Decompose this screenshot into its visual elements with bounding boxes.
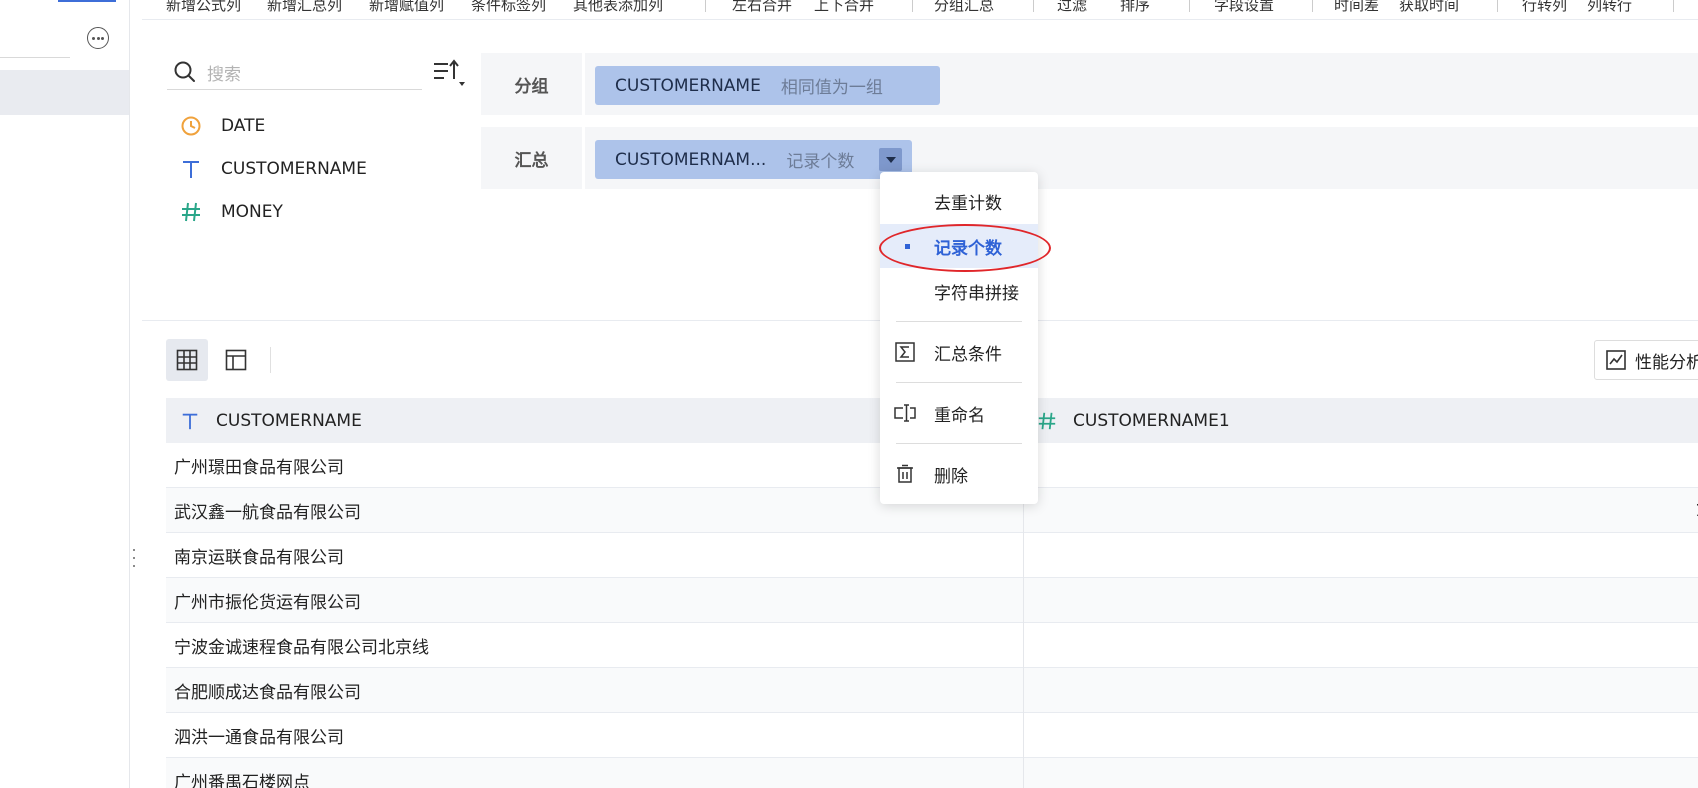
performance-analysis-label: 性能分析	[1635, 352, 1698, 373]
menu-item-label: 字符串拼接	[934, 283, 1019, 304]
field-item-date[interactable]: DATE	[180, 111, 265, 141]
menu-item-rename[interactable]: 重命名	[880, 391, 1038, 435]
hash-icon	[1035, 411, 1059, 431]
menu-item-label: 重命名	[934, 405, 985, 426]
toolbar-row-to-column[interactable]: 行转列	[1522, 0, 1567, 15]
toolbar-group-summary[interactable]: 分组汇总	[934, 0, 994, 15]
cell-customername: 合肥顺成达食品有限公司	[174, 683, 361, 703]
sidebar-active-tab-indicator	[58, 0, 116, 2]
column-name: CUSTOMERNAME1	[1073, 410, 1230, 431]
chip-description: 相同值为一组	[780, 78, 883, 98]
search-icon	[174, 61, 195, 82]
cell-customername: 南京运联食品有限公司	[174, 548, 344, 568]
toolbar-time-diff[interactable]: 时间差	[1334, 0, 1379, 15]
summary-config-row: 汇总 CUSTOMERNAM... 记录个数	[481, 127, 1698, 189]
column-header-customername1[interactable]: CUSTOMERNAME1	[1035, 398, 1230, 443]
table-row[interactable]: 南京运联食品有限公司	[166, 533, 1698, 578]
toolbar-get-time[interactable]: 获取时间	[1399, 0, 1459, 15]
group-label: 分组	[481, 53, 585, 115]
table-row[interactable]: 广州市振伦货运有限公司	[166, 578, 1698, 623]
table-row[interactable]: 广州番禺石楼网点	[166, 758, 1698, 788]
cell-customername: 宁波金诚速程食品有限公司北京线	[174, 638, 429, 658]
summary-type-dropdown-menu: 去重计数 记录个数 字符串拼接 汇总条件 重命名 删除	[880, 172, 1038, 504]
selected-indicator-icon	[905, 244, 910, 249]
menu-item-label: 汇总条件	[934, 344, 1002, 365]
sidebar-selected-item[interactable]	[0, 70, 129, 115]
top-toolbar: 新增公式列 新增汇总列 新增赋值列 条件标签列 其他表添加列 左右合并 上下合并…	[142, 0, 1698, 20]
text-t-icon	[180, 158, 202, 180]
sort-fields-icon[interactable]	[432, 58, 468, 88]
analysis-chart-icon	[1606, 350, 1626, 370]
toolbar-add-condition-label-column[interactable]: 条件标签列	[471, 0, 546, 15]
cell-customername: 武汉鑫一航食品有限公司	[174, 503, 361, 523]
grid-icon	[176, 349, 198, 371]
grid-view-toggle[interactable]	[166, 339, 208, 381]
column-name: CUSTOMERNAME	[216, 410, 362, 431]
field-name: MONEY	[221, 202, 283, 222]
menu-separator	[896, 443, 1022, 444]
menu-item-record-count[interactable]: 记录个数	[880, 224, 1038, 268]
field-search[interactable]: 搜索	[167, 56, 422, 90]
menu-item-label: 去重计数	[934, 193, 1002, 214]
toolbar-merge-left-right[interactable]: 左右合并	[732, 0, 792, 15]
toolbar-add-assign-column[interactable]: 新增赋值列	[369, 0, 444, 15]
chip-description: 记录个数	[786, 152, 855, 172]
panel-resize-handle[interactable]	[132, 547, 136, 571]
left-sidebar	[0, 0, 130, 788]
toolbar-filter[interactable]: 过滤	[1057, 0, 1087, 15]
table-row[interactable]: 宁波金诚速程食品有限公司北京线	[166, 623, 1698, 668]
toolbar-column-to-row[interactable]: 列转行	[1587, 0, 1632, 15]
performance-analysis-button[interactable]: 性能分析	[1594, 340, 1698, 380]
chip-field-name: CUSTOMERNAM...	[615, 149, 767, 170]
cell-customername: 广州璟田食品有限公司	[174, 458, 344, 478]
sidebar-search-underline	[0, 57, 70, 58]
more-options-icon[interactable]	[87, 27, 109, 49]
hash-icon	[180, 201, 202, 223]
chevron-down-icon[interactable]	[879, 148, 902, 171]
rename-icon	[894, 402, 916, 424]
field-name: CUSTOMERNAME	[221, 159, 367, 179]
menu-item-string-concat[interactable]: 字符串拼接	[880, 269, 1038, 313]
menu-item-label: 记录个数	[934, 238, 1002, 259]
toolbar-add-formula-column[interactable]: 新增公式列	[166, 0, 241, 15]
toggle-separator	[270, 347, 271, 373]
layout-view-toggle[interactable]	[215, 339, 257, 381]
text-t-icon	[178, 411, 202, 431]
toolbar-merge-top-bottom[interactable]: 上下合并	[814, 0, 874, 15]
cell-customername: 广州市振伦货运有限公司	[174, 593, 361, 613]
sigma-icon	[894, 341, 916, 363]
field-item-customername[interactable]: CUSTOMERNAME	[180, 154, 367, 184]
toolbar-field-settings[interactable]: 字段设置	[1214, 0, 1274, 15]
field-item-money[interactable]: MONEY	[180, 197, 283, 227]
search-input[interactable]: 搜索	[207, 60, 241, 85]
cell-customername: 广州番禺石楼网点	[174, 773, 310, 788]
menu-item-summary-condition[interactable]: 汇总条件	[880, 330, 1038, 374]
group-config-row: 分组 CUSTOMERNAME 相同值为一组	[481, 53, 1698, 115]
summary-field-chip[interactable]: CUSTOMERNAM... 记录个数	[595, 140, 912, 179]
menu-item-distinct-count[interactable]: 去重计数	[880, 179, 1038, 223]
group-field-chip[interactable]: CUSTOMERNAME 相同值为一组	[595, 66, 940, 105]
toolbar-add-other-table-column[interactable]: 其他表添加列	[573, 0, 663, 15]
table-row[interactable]: 泗洪一通食品有限公司	[166, 713, 1698, 758]
menu-item-delete[interactable]: 删除	[880, 452, 1038, 496]
table-row[interactable]: 合肥顺成达食品有限公司	[166, 668, 1698, 713]
column-header-customername[interactable]: CUSTOMERNAME	[178, 398, 362, 443]
chip-field-name: CUSTOMERNAME	[615, 75, 761, 96]
cell-customername: 泗洪一通食品有限公司	[174, 728, 344, 748]
layout-icon	[225, 349, 247, 371]
menu-separator	[896, 321, 1022, 322]
summary-label: 汇总	[481, 127, 585, 189]
trash-icon	[894, 463, 916, 485]
toolbar-sort[interactable]: 排序	[1120, 0, 1150, 15]
clock-icon	[180, 115, 202, 137]
field-name: DATE	[221, 116, 266, 136]
toolbar-add-summary-column[interactable]: 新增汇总列	[267, 0, 342, 15]
menu-item-label: 删除	[934, 466, 968, 487]
menu-separator	[896, 382, 1022, 383]
